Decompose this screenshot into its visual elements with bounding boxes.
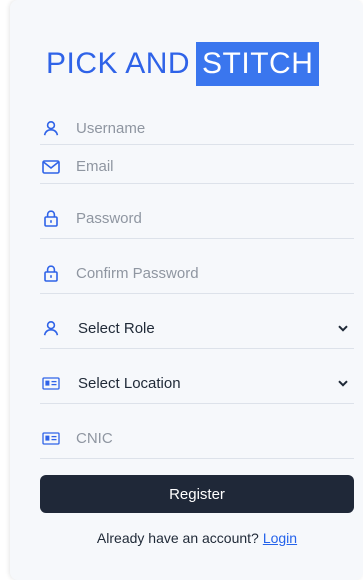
lock-icon [40, 207, 62, 229]
confirm-password-field-row [40, 253, 354, 294]
id-card-icon [40, 427, 62, 449]
username-input[interactable] [76, 119, 316, 137]
role-select-value: Select Role [78, 319, 155, 337]
lock-icon [40, 262, 62, 284]
cnic-field-row [40, 418, 354, 459]
register-button[interactable]: Register [40, 475, 354, 513]
username-field-row [40, 112, 354, 145]
login-link[interactable]: Login [263, 530, 297, 546]
password-field-row [40, 198, 354, 239]
brand-logo-part2: STITCH [196, 42, 320, 86]
cnic-input[interactable] [76, 429, 316, 447]
register-card: PICK AND STITCH Username Email Select Ro… [10, 0, 363, 580]
login-prompt: Already have an account? Login [40, 530, 354, 546]
confirm-password-input[interactable] [76, 264, 316, 282]
id-card-icon [40, 372, 62, 394]
mail-icon [40, 156, 62, 178]
login-prompt-text: Already have an account? [96, 530, 259, 546]
chevron-down-icon [336, 379, 350, 387]
user-icon [40, 317, 62, 339]
brand-logo: PICK AND STITCH [44, 42, 320, 86]
email-input[interactable] [76, 158, 316, 175]
brand-logo-part1: PICK AND [46, 47, 191, 80]
user-icon [40, 117, 62, 139]
chevron-down-icon [336, 324, 350, 332]
location-select[interactable]: Select Location [40, 363, 354, 404]
email-field-row [40, 150, 354, 184]
password-input[interactable] [76, 209, 316, 227]
location-select-value: Select Location [78, 374, 181, 392]
role-select[interactable]: Select Role [40, 308, 354, 349]
